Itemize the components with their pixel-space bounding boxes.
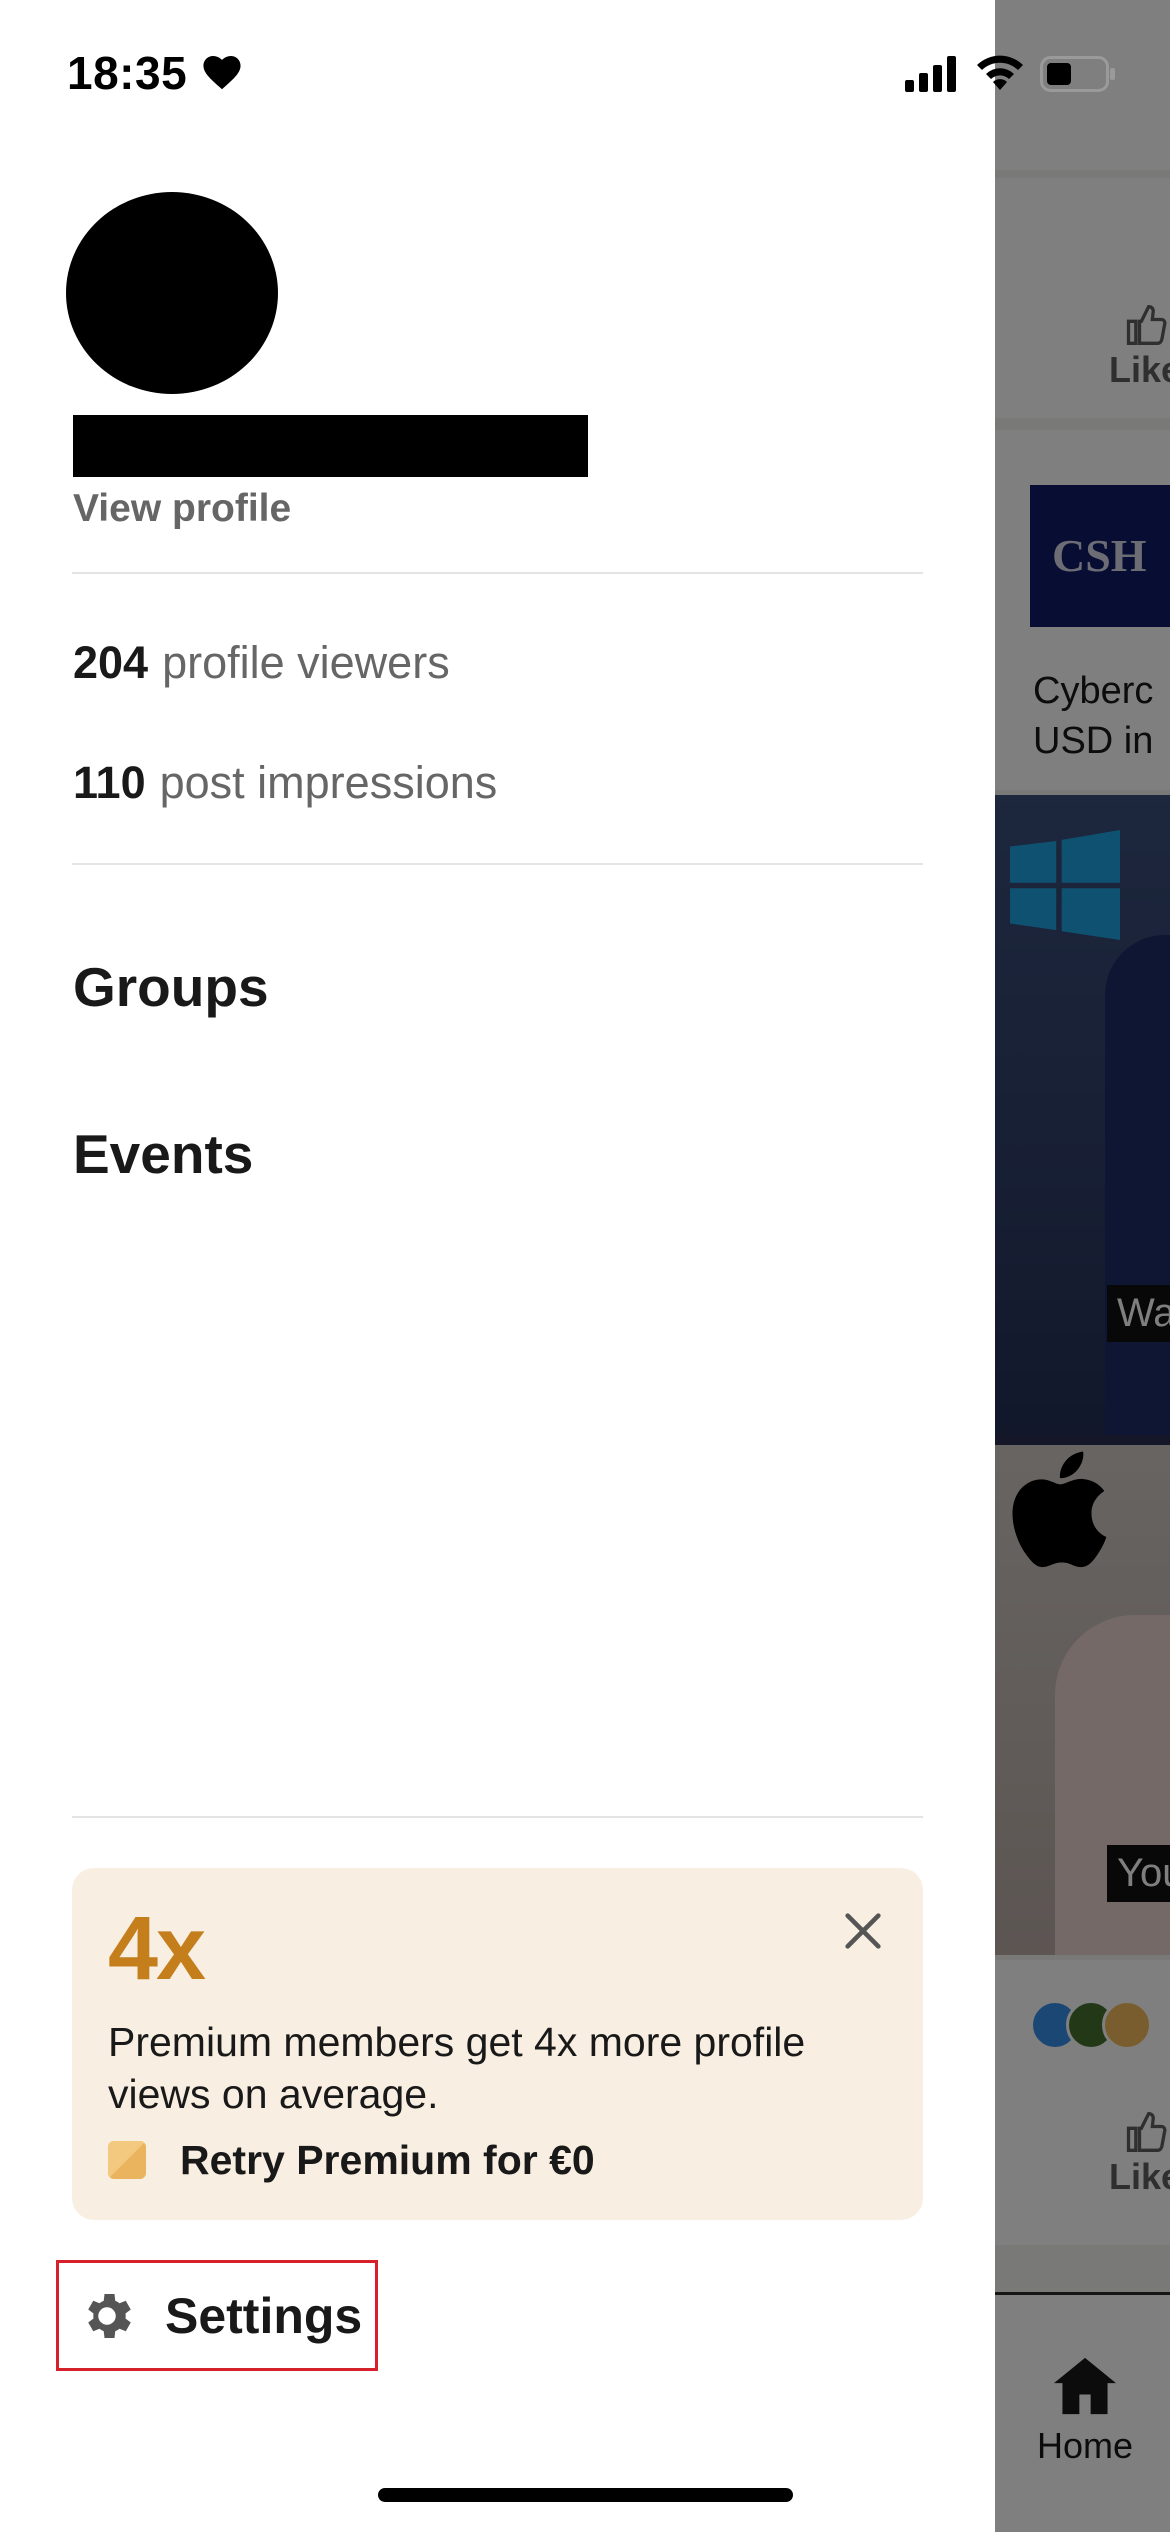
cellular-signal-icon xyxy=(905,56,956,92)
battery-icon xyxy=(1040,56,1115,92)
stat-label: post impressions xyxy=(159,757,498,808)
close-icon[interactable] xyxy=(840,1908,886,1954)
gear-icon xyxy=(88,2293,131,2338)
promo-headline: 4x xyxy=(108,1899,206,1999)
wifi-icon xyxy=(977,55,1023,90)
side-drawer: 18:35 View profile 204 profile viewers 11… xyxy=(0,0,1115,2532)
divider xyxy=(72,1816,923,1818)
stat-label: profile viewers xyxy=(162,637,450,688)
background-feed: Like CSH Cyberc USD in Wa You Like xyxy=(995,0,1170,2532)
stat-post-impressions[interactable]: 110 post impressions xyxy=(73,757,497,809)
settings-label: Settings xyxy=(165,2287,363,2344)
home-indicator[interactable] xyxy=(378,2488,793,2502)
retry-premium-link[interactable]: Retry Premium for €0 xyxy=(108,2130,595,2190)
premium-badge-icon xyxy=(108,2141,146,2179)
profile-name-redacted xyxy=(73,415,588,477)
stat-value: 110 xyxy=(73,757,146,808)
dim-overlay[interactable] xyxy=(995,0,1170,2532)
premium-promo-card[interactable]: 4x Premium members get 4x more profile v… xyxy=(72,1868,923,2220)
nav-events[interactable]: Events xyxy=(73,1122,253,1186)
divider xyxy=(72,572,923,574)
retry-premium-label: Retry Premium for €0 xyxy=(180,2136,595,2183)
divider xyxy=(72,863,923,865)
stat-profile-viewers[interactable]: 204 profile viewers xyxy=(73,637,450,689)
settings-button[interactable]: Settings xyxy=(56,2260,378,2371)
avatar[interactable] xyxy=(66,192,278,394)
promo-description: Premium members get 4x more profile view… xyxy=(108,2019,806,2117)
status-time: 18:35 xyxy=(67,47,188,99)
view-profile-link[interactable]: View profile xyxy=(73,487,291,531)
heart-icon xyxy=(203,56,241,90)
stat-value: 204 xyxy=(73,637,149,688)
nav-groups[interactable]: Groups xyxy=(73,955,269,1019)
